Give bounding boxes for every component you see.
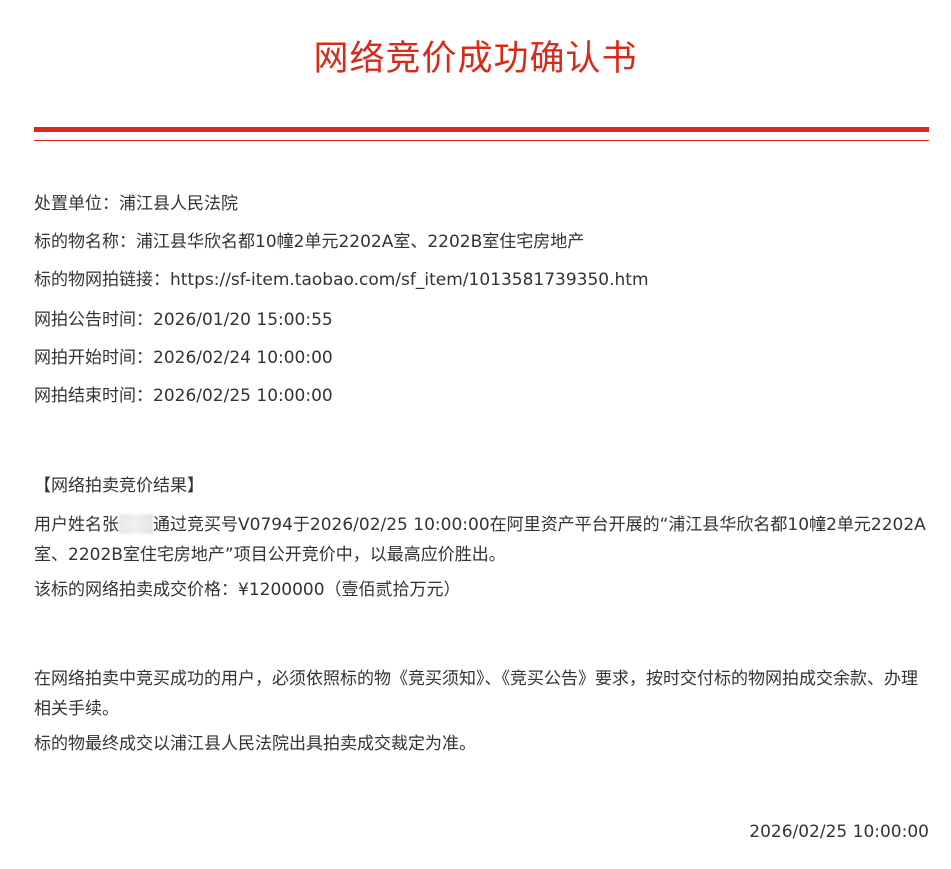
title-divider-thick bbox=[34, 127, 929, 132]
result-text-before-name: 用户姓名张 bbox=[34, 515, 119, 535]
start-time-line: 网拍开始时间：2026/02/24 10:00:00 bbox=[34, 348, 333, 368]
notice-paragraph-1: 在网络拍卖中竞买成功的用户，必须依照标的物《竞买须知》、《竞买公告》要求，按时交… bbox=[34, 669, 918, 719]
title-divider-thin bbox=[34, 140, 929, 141]
item-link-line: 标的物网拍链接：https://sf-item.taobao.com/sf_it… bbox=[34, 270, 649, 290]
result-paragraph: 用户姓名张 通过竞买号V0794于2026/02/25 10:00:00在阿里资产… bbox=[34, 510, 929, 570]
confirmation-document: 网络竞价成功确认书 处置单位：浦江县人民法院 标的物名称：浦江县华欣名都10幢2… bbox=[0, 0, 951, 869]
announce-time-line: 网拍公告时间：2026/01/20 15:00:55 bbox=[34, 310, 333, 330]
item-name-line: 标的物名称：浦江县华欣名都10幢2单元2202A室、2202B室住宅房地产 bbox=[34, 232, 585, 252]
redacted-name bbox=[119, 514, 153, 534]
price-line: 该标的网络拍卖成交价格：¥1200000（壹佰贰拾万元） bbox=[34, 580, 461, 600]
notice-paragraph-2: 标的物最终成交以浦江县人民法院出具拍卖成交裁定为准。 bbox=[34, 734, 476, 754]
disposal-unit-line: 处置单位：浦江县人民法院 bbox=[34, 194, 238, 214]
footer-date: 2026/02/25 10:00:00 bbox=[749, 822, 929, 842]
result-heading: 【网络拍卖竞价结果】 bbox=[34, 476, 204, 496]
result-text-after-name: 通过竞买号V0794于2026/02/25 10:00:00在阿里资产平台开展的… bbox=[34, 515, 926, 565]
end-time-line: 网拍结束时间：2026/02/25 10:00:00 bbox=[34, 386, 333, 406]
document-title: 网络竞价成功确认书 bbox=[313, 39, 638, 79]
